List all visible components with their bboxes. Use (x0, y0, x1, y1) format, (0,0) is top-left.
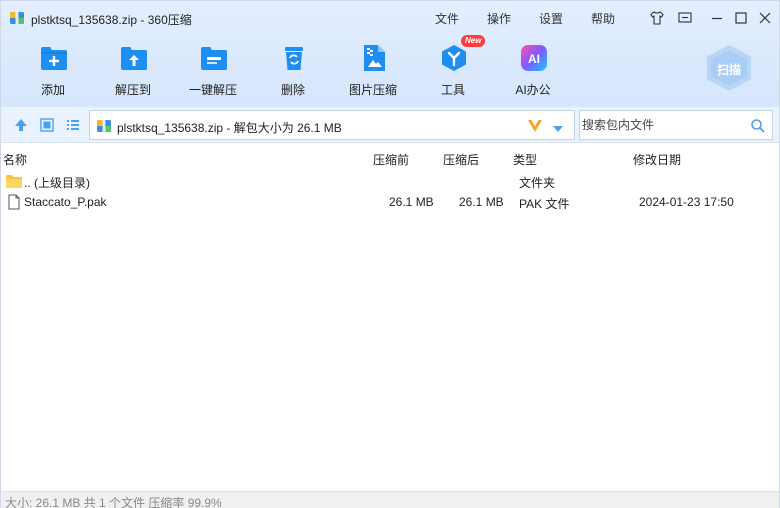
table-row[interactable]: Staccato_P.pak 26.1 MB 26.1 MB PAK 文件 20… (1, 192, 779, 213)
ai-office-icon-text: AI (528, 52, 540, 66)
ai-office-icon: AI (519, 43, 549, 73)
status-text: 大小: 26.1 MB 共 1 个文件 压缩率 99.9% (5, 496, 222, 508)
row-type: 文件夹 (519, 176, 556, 190)
column-header-modified[interactable]: 修改日期 (633, 151, 681, 168)
toolbar-ai-office-label: AI办公 (515, 83, 551, 97)
row-name: .. (上级目录) (24, 176, 90, 190)
minimize-icon[interactable] (708, 9, 726, 27)
delete-bin-icon (279, 43, 309, 73)
toolbar-extract-to-label: 解压到 (114, 83, 151, 97)
toolbar-add-label: 添加 (40, 83, 65, 97)
column-header-before[interactable]: 压缩前 (373, 151, 409, 168)
toolbar-delete-label: 删除 (280, 83, 305, 97)
one-click-extract-icon (199, 43, 229, 73)
close-icon[interactable] (756, 9, 774, 27)
title-bar[interactable]: plstktsq_135638.zip - 360压缩 文件 操作 设置 帮助 (1, 1, 779, 35)
folder-icon (5, 173, 23, 189)
toolbar-tools-button[interactable]: New 工具 (421, 35, 486, 101)
path-text: plstktsq_135638.zip - 解包大小为 26.1 MB (117, 121, 342, 135)
search-box[interactable] (579, 110, 773, 140)
list-header: 名称 压缩前 压缩后 类型 修改日期 (1, 147, 779, 169)
address-bar-row: plstktsq_135638.zip - 解包大小为 26.1 MB (1, 107, 779, 143)
list-view-icon[interactable] (65, 117, 81, 133)
path-box[interactable]: plstktsq_135638.zip - 解包大小为 26.1 MB (89, 110, 575, 140)
row-size-after: 26.1 MB (459, 195, 504, 209)
row-name: Staccato_P.pak (24, 195, 107, 209)
top-band: plstktsq_135638.zip - 360压缩 文件 操作 设置 帮助 (1, 1, 779, 107)
menu-help[interactable]: 帮助 (591, 10, 615, 27)
table-row[interactable]: .. (上级目录) 文件夹 (1, 171, 779, 192)
toolbar-image-compress-label: 图片压缩 (348, 83, 397, 97)
skin-shirt-icon[interactable] (648, 9, 666, 27)
thumbnail-view-icon[interactable] (39, 117, 55, 133)
row-modified: 2024-01-23 17:50 (639, 195, 734, 209)
zip-app-icon (9, 10, 25, 26)
row-size-before: 26.1 MB (389, 195, 434, 209)
menu-file[interactable]: 文件 (435, 10, 459, 27)
up-arrow-icon[interactable] (13, 117, 29, 133)
app-window: plstktsq_135638.zip - 360压缩 文件 操作 设置 帮助 (0, 0, 780, 508)
add-folder-icon (39, 43, 69, 73)
search-icon[interactable] (750, 118, 766, 134)
toolbar-image-compress-button[interactable]: 图片压缩 (341, 39, 405, 101)
toolbar-one-click-extract-button[interactable]: 一键解压 (181, 39, 245, 101)
status-bar: 大小: 26.1 MB 共 1 个文件 压缩率 99.9% (1, 491, 779, 508)
toolbar-delete-button[interactable]: 删除 (261, 39, 325, 101)
tools-icon (439, 43, 469, 73)
column-header-type[interactable]: 类型 (513, 151, 537, 168)
new-badge: New (461, 35, 486, 47)
toolbar-ai-office-button[interactable]: AI AI办公 (501, 39, 565, 101)
row-type: PAK 文件 (519, 197, 570, 211)
column-header-name[interactable]: 名称 (3, 151, 27, 168)
feedback-icon[interactable] (676, 9, 694, 27)
v-logo-icon[interactable] (526, 117, 544, 135)
zip-file-icon (96, 118, 112, 134)
column-header-after[interactable]: 压缩后 (443, 151, 479, 168)
toolbar-tools-label: 工具 (440, 83, 465, 97)
image-compress-icon (359, 43, 389, 73)
maximize-icon[interactable] (732, 9, 750, 27)
chevron-down-icon[interactable] (552, 122, 564, 132)
menu-settings[interactable]: 设置 (539, 10, 563, 27)
search-input[interactable] (582, 115, 742, 135)
file-icon (5, 194, 23, 210)
extract-to-icon (119, 43, 149, 73)
scan-label: 扫描 (716, 63, 741, 77)
menu-operate[interactable]: 操作 (487, 10, 511, 27)
scan-button[interactable]: 扫描 (701, 42, 757, 94)
window-title: plstktsq_135638.zip - 360压缩 (31, 13, 192, 27)
toolbar-extract-to-button[interactable]: 解压到 (101, 39, 165, 101)
toolbar-one-click-extract-label: 一键解压 (188, 83, 237, 97)
toolbar-add-button[interactable]: 添加 (21, 39, 85, 101)
